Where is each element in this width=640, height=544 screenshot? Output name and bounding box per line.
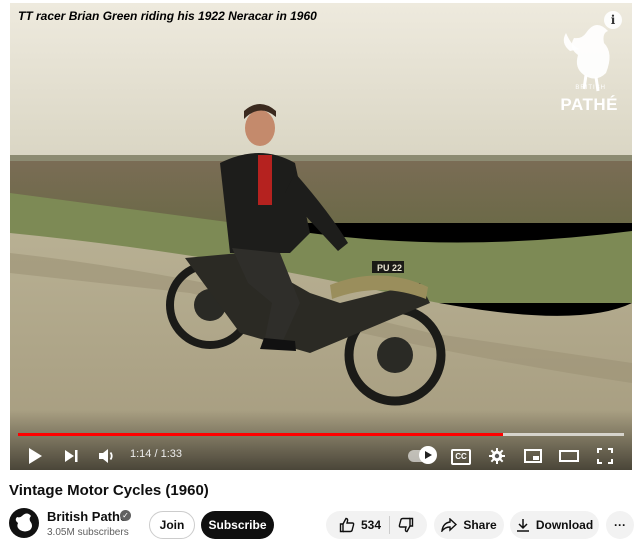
dislike-button[interactable] <box>398 517 414 533</box>
like-button[interactable] <box>339 517 355 533</box>
download-icon <box>516 518 530 532</box>
thumbs-down-icon <box>398 517 414 533</box>
theater-icon <box>559 450 579 462</box>
miniplayer-button[interactable] <box>522 444 544 468</box>
subscribe-button[interactable]: Subscribe <box>201 511 274 539</box>
autoplay-toggle[interactable] <box>419 446 437 464</box>
share-label: Share <box>463 518 497 532</box>
share-button[interactable]: Share <box>434 511 504 539</box>
theater-mode-button[interactable] <box>558 444 580 468</box>
verified-check-icon: ✓ <box>120 510 131 521</box>
channel-avatar[interactable] <box>9 508 39 538</box>
more-actions-button[interactable]: ··· <box>606 511 634 539</box>
volume-icon <box>99 449 113 463</box>
settings-button[interactable] <box>486 444 508 468</box>
played-bar <box>18 433 503 436</box>
share-arrow-icon <box>441 518 458 532</box>
join-button[interactable]: Join <box>149 511 195 539</box>
play-button[interactable] <box>24 444 46 468</box>
like-divider <box>389 516 391 534</box>
thumbs-up-icon <box>339 517 355 533</box>
rooster-avatar-icon <box>15 513 32 532</box>
miniplayer-icon <box>524 449 542 463</box>
video-title: Vintage Motor Cycles (1960) <box>9 482 209 499</box>
time-display: 1:14 / 1:33 <box>130 448 182 460</box>
download-button[interactable]: Download <box>510 511 599 539</box>
video-frame[interactable]: PU 22 <box>10 3 632 470</box>
subscriber-count: 3.05M subscribers <box>47 527 129 538</box>
next-icon <box>65 450 78 462</box>
channel-name[interactable]: British Pathé <box>47 509 127 524</box>
volume-button[interactable] <box>96 444 118 468</box>
watermark-subtext: BRITISH <box>575 85 606 91</box>
next-button[interactable] <box>60 444 82 468</box>
progress-bar[interactable] <box>18 433 624 436</box>
play-icon <box>29 448 42 464</box>
like-count: 534 <box>360 518 382 532</box>
video-player[interactable]: PU 22 TT racer Brian Green riding his 19… <box>10 3 632 470</box>
watermark-brand: PATHÉ <box>560 95 618 114</box>
autoplay-play-icon <box>425 451 432 459</box>
video-caption-overlay: TT racer Brian Green riding his 1922 Ner… <box>18 9 317 23</box>
like-dislike-group: 534 <box>326 511 427 539</box>
gear-icon <box>489 448 505 464</box>
fullscreen-icon <box>597 448 613 464</box>
license-plate: PU 22 <box>377 263 402 273</box>
fullscreen-button[interactable] <box>594 444 616 468</box>
subtitles-button[interactable]: CC <box>451 449 471 465</box>
download-label: Download <box>535 518 594 532</box>
